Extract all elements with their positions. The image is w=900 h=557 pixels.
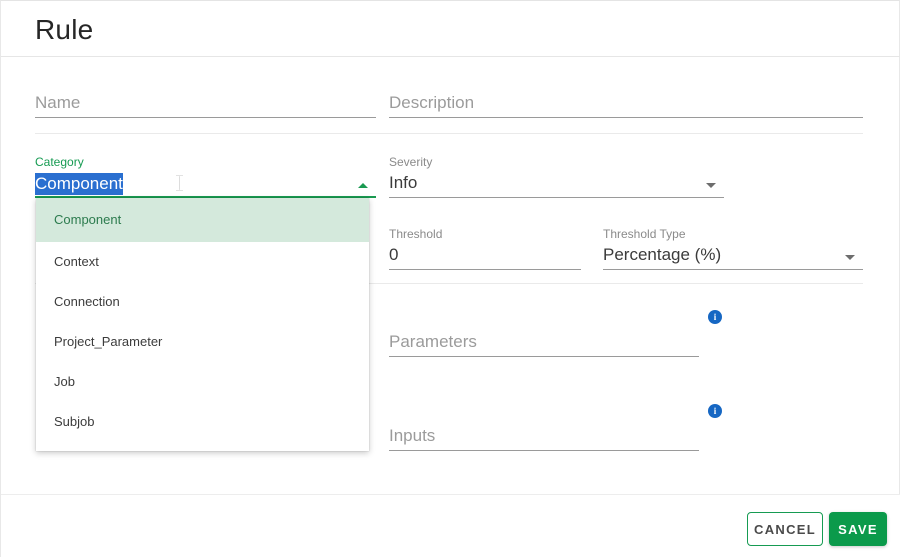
inputs-field[interactable]: Inputs (389, 419, 699, 451)
category-label: Category (35, 155, 84, 169)
threshold-field[interactable]: Threshold 0 (389, 227, 581, 270)
text-cursor-icon (179, 175, 180, 191)
save-button[interactable]: SAVE (829, 512, 887, 546)
dialog-footer: CANCEL SAVE (1, 494, 900, 557)
dropdown-option-component[interactable]: Component (36, 198, 369, 242)
threshold-type-select[interactable]: Threshold Type Percentage (%) (603, 227, 863, 270)
dropdown-option-context[interactable]: Context (36, 242, 369, 282)
name-field[interactable]: Name (35, 86, 376, 118)
description-placeholder: Description (389, 93, 474, 113)
dropdown-option-subjob[interactable]: Subjob (36, 402, 369, 442)
severity-label: Severity (389, 155, 432, 169)
dialog-header: Rule (1, 1, 900, 57)
name-underline (35, 117, 376, 118)
threshold-label: Threshold (389, 227, 442, 241)
name-placeholder: Name (35, 93, 80, 113)
parameters-info-icon[interactable]: i (708, 310, 722, 324)
dropdown-option-project-parameter[interactable]: Project_Parameter (36, 322, 369, 362)
inputs-placeholder: Inputs (389, 426, 435, 446)
caret-up-icon[interactable] (358, 183, 368, 188)
page-title: Rule (35, 14, 93, 46)
cancel-button[interactable]: CANCEL (747, 512, 823, 546)
category-select[interactable]: Category Component (35, 155, 376, 198)
parameters-placeholder: Parameters (389, 332, 477, 352)
description-underline (389, 117, 863, 118)
dropdown-option-connection[interactable]: Connection (36, 282, 369, 322)
parameters-field[interactable]: Parameters (389, 325, 699, 357)
caret-down-icon[interactable] (706, 183, 716, 188)
severity-select[interactable]: Severity Info (389, 155, 724, 198)
category-value: Component (35, 174, 123, 194)
inputs-info-icon[interactable]: i (708, 404, 722, 418)
dropdown-option-job[interactable]: Job (36, 362, 369, 402)
threshold-type-underline (603, 269, 863, 270)
severity-underline (389, 197, 724, 198)
inputs-underline (389, 450, 699, 451)
caret-down-icon[interactable] (845, 255, 855, 260)
section-divider-1 (35, 133, 863, 134)
threshold-type-value: Percentage (%) (603, 245, 721, 265)
category-dropdown-list[interactable]: Component Context Connection Project_Par… (36, 198, 369, 451)
description-field[interactable]: Description (389, 86, 863, 118)
threshold-underline (389, 269, 581, 270)
category-value-text: Component (35, 173, 123, 195)
severity-value: Info (389, 173, 417, 193)
threshold-type-label: Threshold Type (603, 227, 686, 241)
parameters-underline (389, 356, 699, 357)
rule-dialog: Rule Name Description Category Component (0, 0, 900, 557)
threshold-value: 0 (389, 245, 398, 265)
